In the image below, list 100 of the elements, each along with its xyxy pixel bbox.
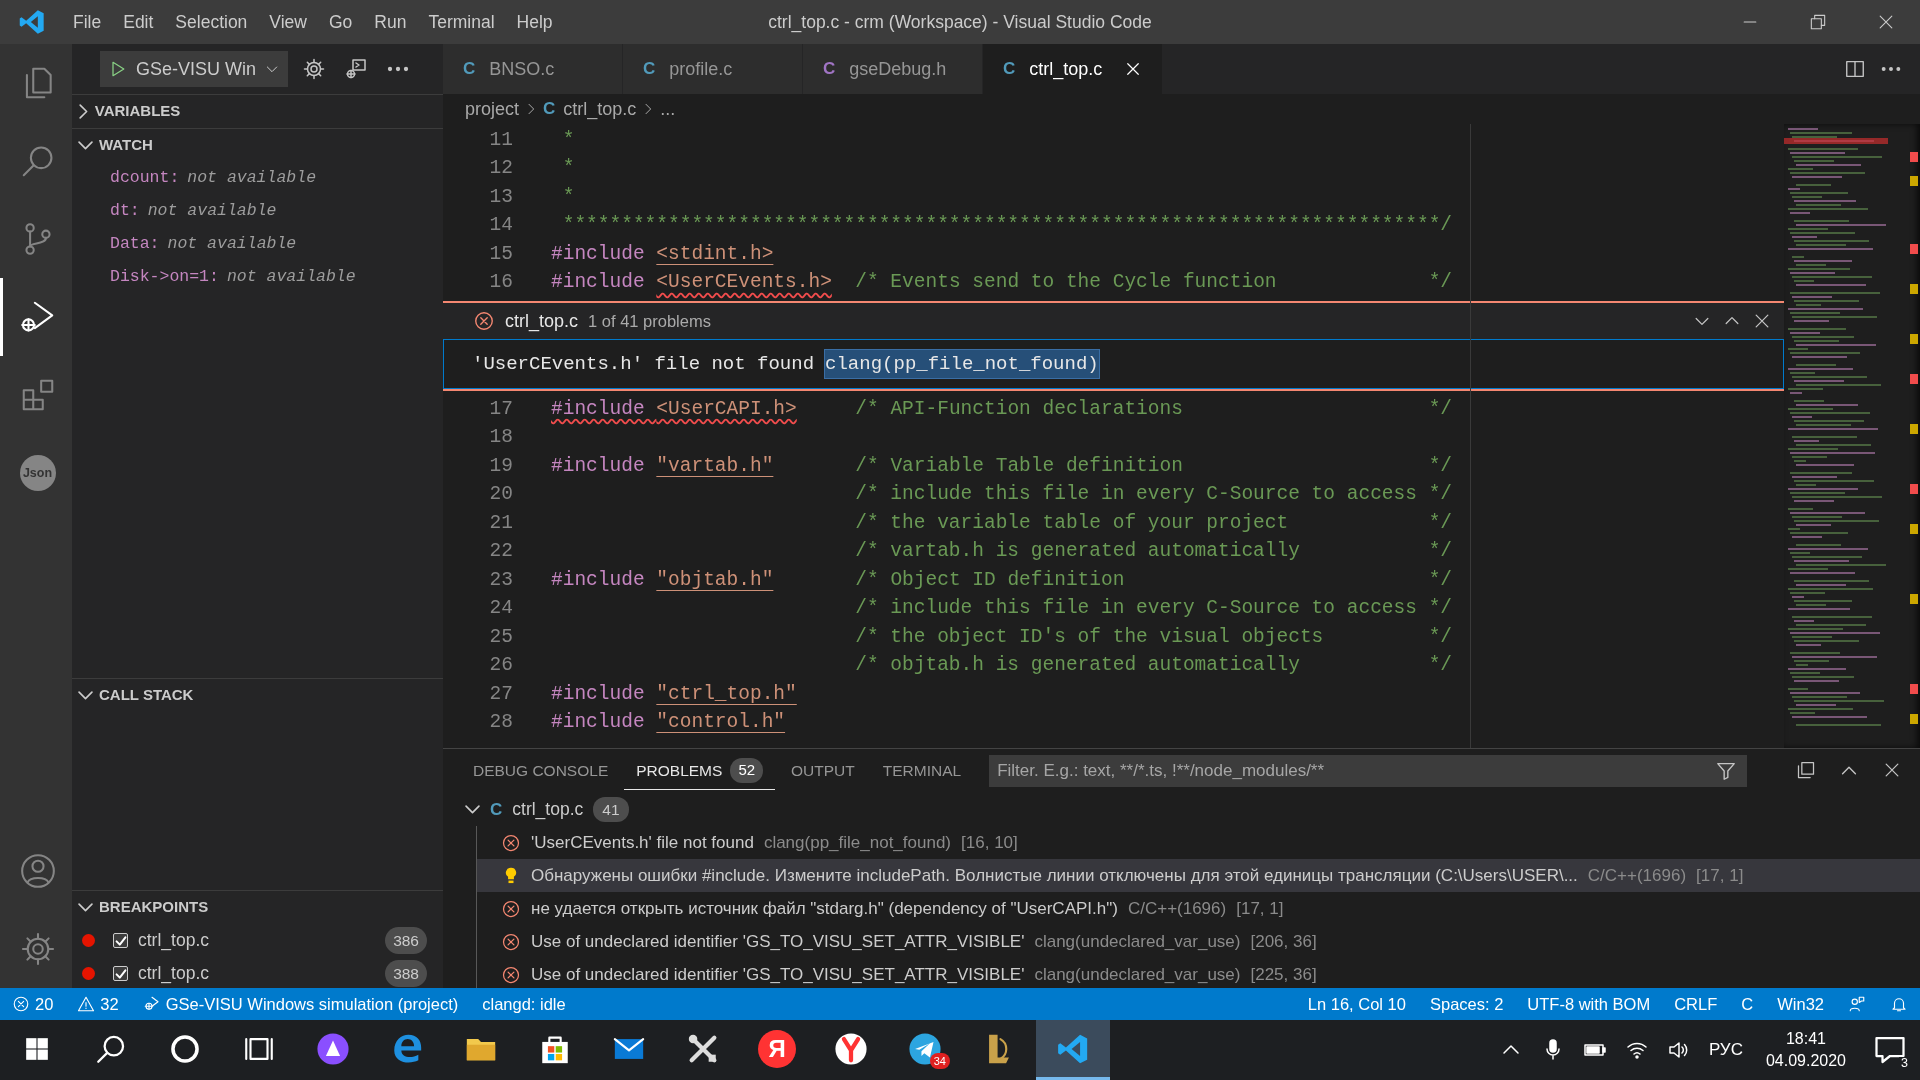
taskbar-app[interactable]: Я xyxy=(740,1020,814,1080)
chevron-icon[interactable] xyxy=(465,804,480,815)
watch-expression[interactable]: Disk->on=1: xyxy=(110,265,219,290)
section-header[interactable]: BREAKPOINTS xyxy=(72,891,443,924)
checkmark-icon xyxy=(114,934,127,947)
status-item[interactable]: clangd: idle xyxy=(470,991,578,1017)
line-number: 24 xyxy=(488,596,513,622)
triangle-circle-icon xyxy=(316,1031,350,1066)
taskbar-app[interactable]: 34 xyxy=(888,1020,962,1080)
status-item[interactable]: UTF-8 with BOM xyxy=(1515,991,1663,1017)
problem-row[interactable]: Use of undeclared identifier 'GS_TO_VISU_SET_ATTR_VISIBLE' clang(undeclared_var_use) [225, 36] xyxy=(477,958,1920,988)
collapse-all-icon[interactable] xyxy=(1796,760,1816,780)
line-number-badge: 386 xyxy=(385,926,427,955)
filter-icon[interactable] xyxy=(1715,760,1738,782)
chevron-icon xyxy=(78,902,93,913)
menu-item[interactable]: View xyxy=(258,4,318,40)
menu-item[interactable]: Terminal xyxy=(417,4,506,40)
problem-source: clang(undeclared_var_use) xyxy=(1034,930,1241,953)
editor-tab[interactable]: C ctrl_top.c xyxy=(983,44,1164,94)
problem-row[interactable]: 'UserCEvents.h' file not found clang(pp_file_not_found) [16, 10] xyxy=(477,826,1920,859)
section-header[interactable]: CALL STACK xyxy=(72,679,443,712)
code-line: #include "objtab.h" /* Object ID definition */ xyxy=(551,568,1453,592)
section-header[interactable]: VARIABLES xyxy=(72,95,443,128)
menu-item[interactable]: Go xyxy=(318,4,364,40)
account-icon xyxy=(18,852,57,890)
checkbox[interactable] xyxy=(113,966,128,981)
editor-tab[interactable]: C gseDebug.h xyxy=(803,44,983,94)
windows-logo-icon xyxy=(24,1035,50,1062)
checkmark-icon xyxy=(114,967,127,980)
section-header[interactable]: WATCH xyxy=(72,129,443,162)
restore-icon[interactable] xyxy=(1808,12,1828,32)
menu-item[interactable]: File xyxy=(62,4,113,40)
problem-count: 1 of 41 problems xyxy=(588,310,711,332)
watch-expression[interactable]: dt: xyxy=(110,199,140,224)
feedback-icon[interactable] xyxy=(1848,995,1866,1013)
checkbox[interactable] xyxy=(113,933,128,948)
bell-icon[interactable] xyxy=(1890,995,1908,1013)
clock[interactable]: 18:41 04.09.2020 xyxy=(1751,1028,1860,1072)
status-item[interactable]: Win32 xyxy=(1765,991,1836,1017)
panel-tab[interactable]: OUTPUT xyxy=(779,752,867,790)
problem-row[interactable]: Use of undeclared identifier 'GS_TO_VISU_SET_ATTR_VISIBLE' clang(undeclared_var_use) [206, 36] xyxy=(477,925,1920,958)
problem-source: clang(pp_file_not_found) xyxy=(763,831,952,854)
breadcrumb-item[interactable]: C ctrl_top.c xyxy=(543,95,637,123)
status-item[interactable]: Ln 16, Col 10 xyxy=(1295,991,1418,1017)
menu-item[interactable]: Selection xyxy=(164,4,259,40)
problem-source: C/C++(1696) xyxy=(1587,864,1687,887)
breakpoint-dot xyxy=(82,934,95,947)
code-line: /* include this file in every C-Source to access */ xyxy=(854,483,1453,507)
watch-expression[interactable]: Data: xyxy=(110,232,160,257)
filter-field[interactable]: Filter. E.g.: text, **/*.ts, !**/node_modules/** xyxy=(989,755,1748,787)
watch-expression[interactable]: dcount: xyxy=(110,166,180,191)
editor-tab[interactable]: C profile.c xyxy=(623,44,803,94)
notifications-button[interactable]: 3 xyxy=(1860,1020,1920,1080)
status-item[interactable]: 32 xyxy=(65,991,131,1017)
vscode-logo-icon xyxy=(18,8,46,36)
status-item[interactable]: 20 xyxy=(0,991,66,1017)
status-item[interactable]: CRLF xyxy=(1662,991,1730,1017)
line-number: 25 xyxy=(488,624,513,650)
launch-config-dropdown[interactable]: GSe-VISU Win xyxy=(100,51,289,87)
problem-row[interactable]: не удается открыть источник файл "stdarg.h" (dependency of "UserCAPI.h") C/C++(1696) [17, 1] xyxy=(477,892,1920,925)
problem-position: [225, 36] xyxy=(1250,963,1317,986)
error-icon xyxy=(501,832,521,853)
line-number: 11 xyxy=(488,127,513,153)
problem-source: clang(undeclared_var_use) xyxy=(1034,963,1241,986)
menu-item[interactable]: Run xyxy=(363,4,418,40)
debug-console-icon[interactable] xyxy=(344,57,369,81)
line-number: 27 xyxy=(488,681,513,707)
status-item[interactable]: C xyxy=(1729,991,1766,1017)
line-number: 19 xyxy=(488,453,513,479)
problem-position: [17, 1] xyxy=(1236,897,1284,920)
window-title: ctrl_top.c - crm (Workspace) - Visual Studio Code xyxy=(768,10,1152,35)
status-item[interactable]: Spaces: 2 xyxy=(1417,991,1516,1017)
breakpoint-file[interactable]: ctrl_top.c xyxy=(138,960,209,987)
panel-tab[interactable]: DEBUG CONSOLE xyxy=(461,752,621,790)
menu-item[interactable]: Help xyxy=(505,4,564,40)
problem-message: не удается открыть источник файл "stdarg.h" (dependency of "UserCAPI.h") xyxy=(531,897,1118,920)
line-number: 17 xyxy=(488,396,513,422)
problem-message: Обнаружены ошибки #include. Измените includePath. Волнистые линии отключены для этой единицы трансляции (C:\Users\USER\... xyxy=(531,864,1578,887)
breadcrumb-item[interactable]: project xyxy=(465,95,520,123)
line-number: 12 xyxy=(488,156,513,182)
editor-tab[interactable]: C BNSO.c xyxy=(443,44,623,94)
code-line: * xyxy=(561,185,575,209)
menu-item[interactable]: Edit xyxy=(112,4,165,40)
panel-tab[interactable]: TERMINAL xyxy=(870,752,974,790)
error-icon xyxy=(12,995,30,1013)
file-type-icon: C xyxy=(823,56,836,82)
code-line: #include <stdint.h> xyxy=(551,242,774,266)
split-editor-icon[interactable] xyxy=(1844,58,1866,80)
code-line: #include <UserCEvents.h> /* Events send to the Cycle function */ xyxy=(551,271,1453,295)
panel-tab[interactable]: PROBLEMS 52 xyxy=(624,752,776,790)
problem-message: Use of undeclared identifier 'GS_TO_VISU_SET_ATTR_VISIBLE' xyxy=(531,963,1025,986)
language-indicator[interactable]: РУС xyxy=(1699,1037,1752,1063)
breadcrumb-item[interactable]: ... xyxy=(660,95,676,123)
line-number: 21 xyxy=(488,510,513,536)
file-name[interactable]: ctrl_top.c xyxy=(512,796,584,823)
status-item[interactable]: GSe-VISU Windows simulation (project) xyxy=(130,991,471,1017)
problem-row[interactable]: Обнаружены ошибки #include. Измените includePath. Волнистые линии отключены для этой единицы трансляции (C:\Users\USER\... C/C++(1696) [17, 1] xyxy=(477,859,1920,892)
breakpoint-file[interactable]: ctrl_top.c xyxy=(138,927,209,954)
line-number: 28 xyxy=(488,710,513,736)
settings-icon[interactable] xyxy=(302,57,327,81)
